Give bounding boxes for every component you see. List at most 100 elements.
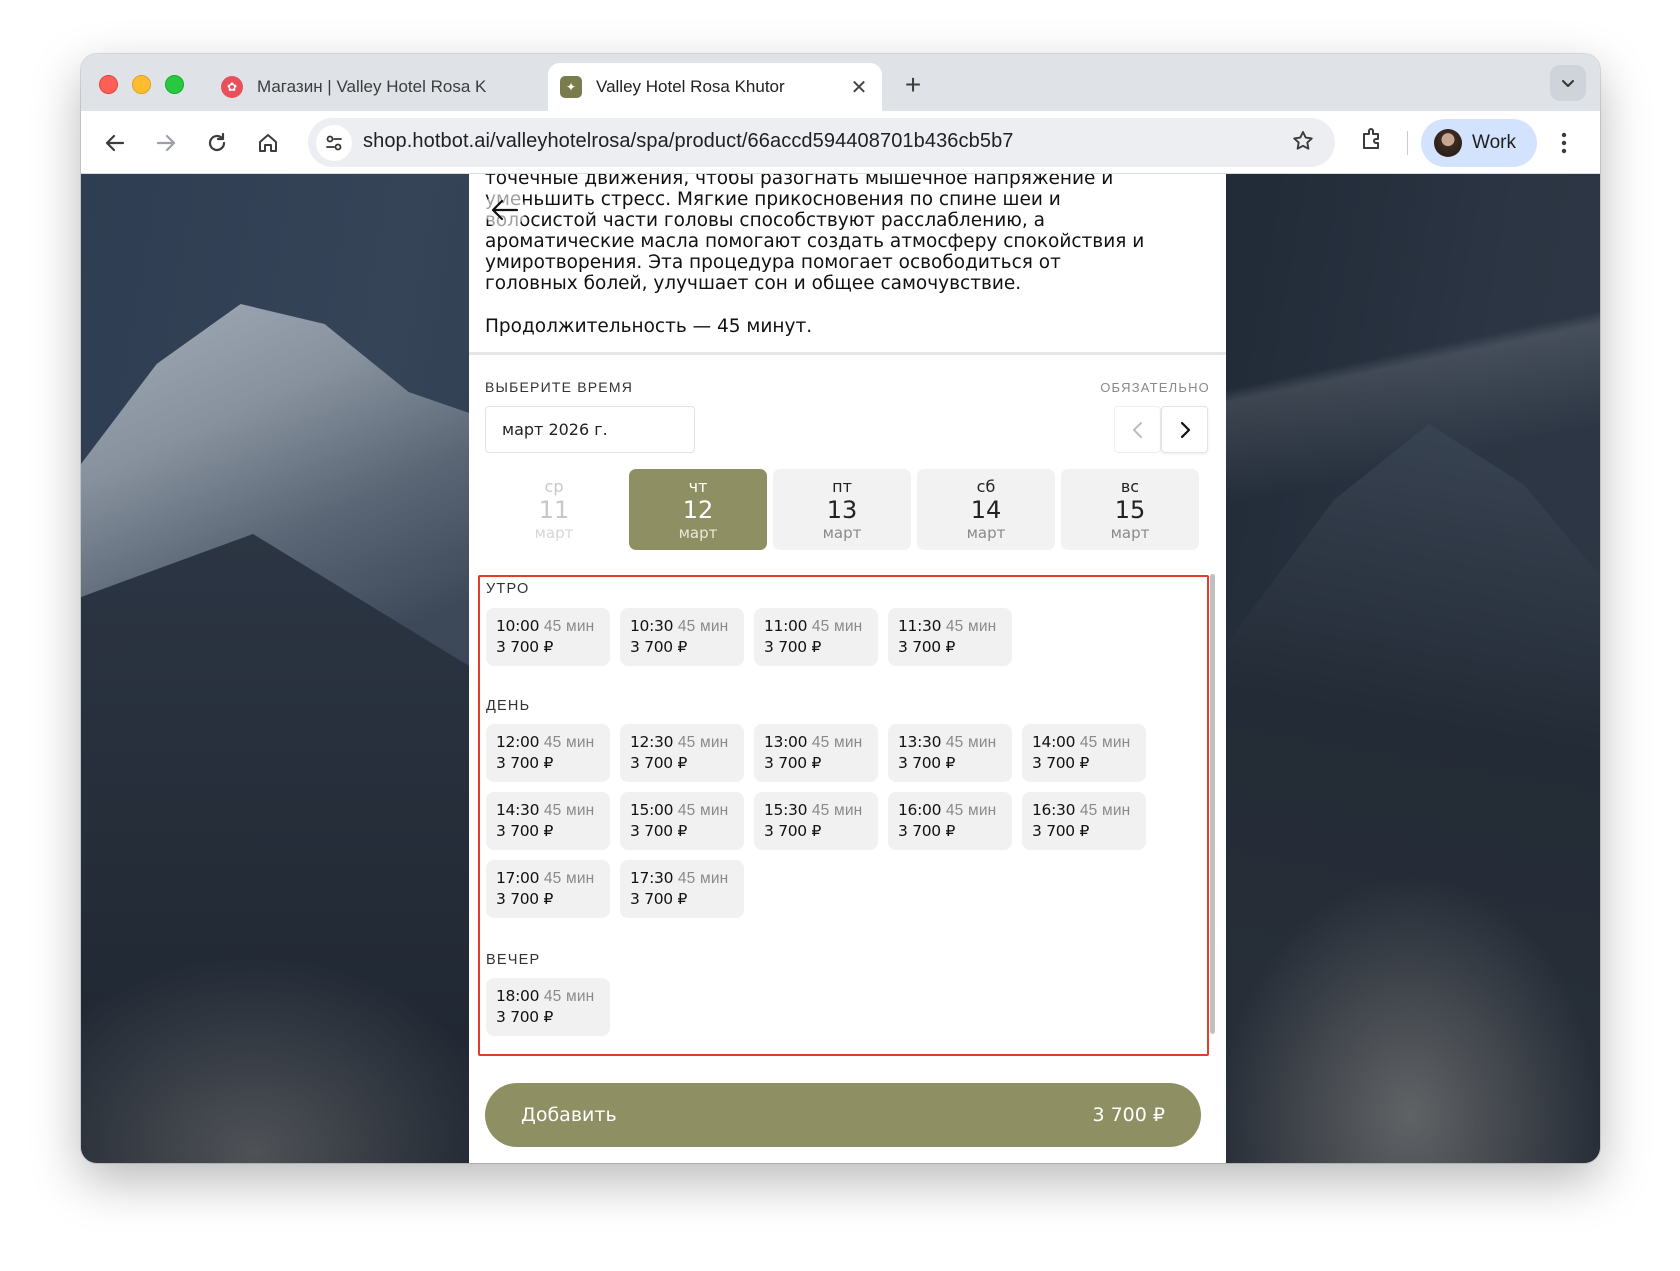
back-arrow-icon[interactable] <box>98 126 132 160</box>
day-month: март <box>678 523 718 542</box>
zoom-window-button[interactable] <box>165 75 184 94</box>
time-slot[interactable]: 16:00 45 мин 3 700 ₽ <box>888 792 1012 850</box>
slot-grid-evening: 18:00 45 мин 3 700 ₽ <box>486 978 1146 1036</box>
slot-price: 3 700 ₽ <box>496 890 554 908</box>
slot-duration: 45 мин <box>1079 734 1131 751</box>
close-window-button[interactable] <box>99 75 118 94</box>
toolbar-separator <box>1407 131 1408 155</box>
day-option-selected[interactable]: чт 12 март <box>629 469 767 550</box>
profile-button[interactable]: Work <box>1421 119 1537 167</box>
star-icon[interactable] <box>1291 129 1315 158</box>
add-to-cart-button[interactable]: Добавить 3 700 ₽ <box>485 1083 1201 1147</box>
new-tab-button[interactable]: + <box>897 69 929 101</box>
extensions-icon[interactable] <box>1359 126 1385 157</box>
slot-duration: 45 мин <box>811 618 863 635</box>
slot-duration: 45 мин <box>543 734 595 751</box>
day-picker: ср 11 март чт 12 март пт 13 март сб 14 м… <box>485 469 1199 550</box>
group-title-day: ДЕНЬ <box>486 698 531 714</box>
page-viewport: точечные движения, чтобы разогнать мышеч… <box>81 174 1600 1163</box>
slot-duration: 45 мин <box>811 802 863 819</box>
slot-price: 3 700 ₽ <box>898 822 956 840</box>
group-title-morning: УТРО <box>486 581 530 597</box>
url-text[interactable]: shop.hotbot.ai/valleyhotelrosa/spa/produ… <box>363 130 1014 153</box>
slot-price: 3 700 ₽ <box>496 822 554 840</box>
group-title-evening: ВЕЧЕР <box>486 952 541 968</box>
day-option: ср 11 март <box>485 469 623 550</box>
site-settings-icon[interactable] <box>316 125 352 161</box>
day-option[interactable]: вс 15 март <box>1061 469 1199 550</box>
time-slot[interactable]: 14:00 45 мин 3 700 ₽ <box>1022 724 1146 782</box>
slot-duration: 45 мин <box>945 802 997 819</box>
slot-duration: 45 мин <box>677 870 729 887</box>
prev-days-button[interactable] <box>1114 406 1161 453</box>
time-slot[interactable]: 13:00 45 мин 3 700 ₽ <box>754 724 878 782</box>
slot-duration: 45 мин <box>811 734 863 751</box>
kebab-menu-icon[interactable] <box>1547 126 1581 160</box>
day-option[interactable]: сб 14 март <box>917 469 1055 550</box>
background-frost <box>81 954 511 1163</box>
slot-grid-day: 12:00 45 мин 3 700 ₽ 12:30 45 мин 3 700 ₽ … <box>486 724 1146 918</box>
browser-window: ✿ Магазин | Valley Hotel Rosa K ✕ ✦ Vall… <box>81 54 1600 1163</box>
day-option[interactable]: пт 13 март <box>773 469 911 550</box>
time-slot[interactable]: 13:30 45 мин 3 700 ₽ <box>888 724 1012 782</box>
slot-price: 3 700 ₽ <box>630 754 688 772</box>
slot-price: 3 700 ₽ <box>1032 822 1090 840</box>
product-duration: Продолжительность — 45 минут. <box>485 316 813 337</box>
time-slot[interactable]: 10:00 45 мин 3 700 ₽ <box>486 608 610 666</box>
slot-price: 3 700 ₽ <box>898 754 956 772</box>
page-scrollbar[interactable] <box>1210 574 1215 1034</box>
month-select[interactable]: март 2026 г. <box>485 406 695 453</box>
profile-name: Work <box>1472 132 1516 153</box>
slot-time: 11:30 <box>898 617 942 635</box>
slot-duration: 45 мин <box>543 618 595 635</box>
description-text: точечные движения, чтобы разогнать мышеч… <box>485 174 1145 294</box>
background-frost <box>1220 874 1600 1163</box>
forward-arrow-icon[interactable] <box>149 126 183 160</box>
hotel-favicon-icon: ✦ <box>560 76 582 98</box>
minimize-window-button[interactable] <box>132 75 151 94</box>
tab-list-icon[interactable] <box>1550 65 1586 101</box>
day-date: 12 <box>682 495 714 524</box>
time-slot[interactable]: 17:00 45 мин 3 700 ₽ <box>486 860 610 918</box>
slot-duration: 45 мин <box>543 988 595 1005</box>
time-slot[interactable]: 17:30 45 мин 3 700 ₽ <box>620 860 744 918</box>
slot-duration: 45 мин <box>945 618 997 635</box>
slot-price: 3 700 ₽ <box>496 638 554 656</box>
time-slot[interactable]: 11:30 45 мин 3 700 ₽ <box>888 608 1012 666</box>
time-slot[interactable]: 16:30 45 мин 3 700 ₽ <box>1022 792 1146 850</box>
time-slot[interactable]: 12:30 45 мин 3 700 ₽ <box>620 724 744 782</box>
tab-bar: ✿ Магазин | Valley Hotel Rosa K ✕ ✦ Vall… <box>81 54 1600 111</box>
reload-icon[interactable] <box>200 126 234 160</box>
tab-title: Магазин | Valley Hotel Rosa K <box>257 77 487 96</box>
tab-close-icon[interactable]: ✕ <box>846 74 872 100</box>
slot-time: 12:00 <box>496 733 540 751</box>
day-weekday: пт <box>832 476 852 496</box>
home-icon[interactable] <box>251 126 285 160</box>
time-slot[interactable]: 15:30 45 мин 3 700 ₽ <box>754 792 878 850</box>
slot-time: 17:00 <box>496 869 540 887</box>
required-label: ОБЯЗАТЕЛЬНО <box>1100 380 1210 395</box>
next-days-button[interactable] <box>1161 406 1208 453</box>
avatar <box>1434 129 1462 157</box>
slot-price: 3 700 ₽ <box>898 638 956 656</box>
tab-active-hotel[interactable]: ✦ Valley Hotel Rosa Khutor ✕ <box>548 63 882 111</box>
time-slot[interactable]: 11:00 45 мин 3 700 ₽ <box>754 608 878 666</box>
slot-duration: 45 мин <box>677 618 729 635</box>
slot-duration: 45 мин <box>1079 802 1131 819</box>
time-slot[interactable]: 14:30 45 мин 3 700 ₽ <box>486 792 610 850</box>
address-bar[interactable]: shop.hotbot.ai/valleyhotelrosa/spa/produ… <box>308 118 1335 167</box>
time-slot[interactable]: 10:30 45 мин 3 700 ₽ <box>620 608 744 666</box>
slot-price: 3 700 ₽ <box>630 638 688 656</box>
back-arrow-icon[interactable] <box>485 190 525 230</box>
time-slot[interactable]: 15:00 45 мин 3 700 ₽ <box>620 792 744 850</box>
day-date: 15 <box>1114 495 1146 524</box>
add-button-price: 3 700 ₽ <box>1092 1104 1165 1126</box>
slot-time: 13:30 <box>898 733 942 751</box>
product-panel: точечные движения, чтобы разогнать мышеч… <box>469 174 1226 1163</box>
time-slot[interactable]: 12:00 45 мин 3 700 ₽ <box>486 724 610 782</box>
day-weekday: чт <box>688 476 708 496</box>
slot-duration: 45 мин <box>543 870 595 887</box>
time-slot[interactable]: 18:00 45 мин 3 700 ₽ <box>486 978 610 1036</box>
slot-duration: 45 мин <box>677 734 729 751</box>
day-month: март <box>966 523 1006 542</box>
